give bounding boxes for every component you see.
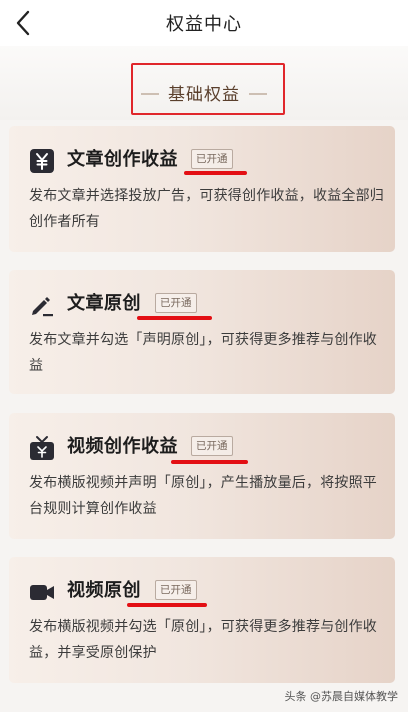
card-description: 发布文章并勾选「声明原创」，可获得更多推荐与创作收益 xyxy=(29,332,377,374)
status-badge: 已开通 xyxy=(155,580,197,600)
annotation-underline xyxy=(127,603,207,607)
watermark: 头条 @苏晨自媒体教学 xyxy=(284,690,399,703)
tv-icon xyxy=(30,436,54,460)
benefit-card-article-income[interactable]: 文章创作收益 已开通 发布文章并选择投放广告，可获得创作收益，收益全部归创作者所… xyxy=(9,126,395,252)
card-title: 视频创作收益 xyxy=(67,436,178,457)
yuan-icon xyxy=(30,149,54,173)
card-description: 发布横版视频并勾选「原创」，可获得更多推荐与创作收益，并享受原创保护 xyxy=(29,619,377,661)
section-header: 基础权益 xyxy=(0,46,408,120)
card-description: 发布横版视频并声明「原创」，产生播放量后，将按照平台规则计算创作收益 xyxy=(29,475,377,517)
page-title: 权益中心 xyxy=(166,14,242,35)
card-description: 发布文章并选择投放广告，可获得创作收益，收益全部归创作者所有 xyxy=(29,188,384,230)
chevron-left-icon xyxy=(16,10,30,36)
video-camera-icon xyxy=(30,585,54,600)
annotation-underline xyxy=(171,460,248,464)
section-title: 基础权益 xyxy=(168,85,240,105)
status-badge: 已开通 xyxy=(191,149,233,169)
pen-icon xyxy=(32,297,53,317)
status-badge: 已开通 xyxy=(155,293,197,313)
status-badge: 已开通 xyxy=(191,436,233,456)
card-title: 视频原创 xyxy=(67,580,141,601)
back-button[interactable] xyxy=(6,6,40,40)
annotation-underline xyxy=(137,316,212,320)
benefit-card-video-income[interactable]: 视频创作收益 已开通 发布横版视频并声明「原创」，产生播放量后，将按照平台规则计… xyxy=(9,413,395,539)
card-title: 文章创作收益 xyxy=(67,149,178,170)
annotation-underline xyxy=(184,171,247,175)
benefit-card-article-original[interactable]: 文章原创 已开通 发布文章并勾选「声明原创」，可获得更多推荐与创作收益 xyxy=(9,270,395,394)
benefit-card-video-original[interactable]: 视频原创 已开通 发布横版视频并勾选「原创」，可获得更多推荐与创作收益，并享受原… xyxy=(9,557,395,683)
card-title: 文章原创 xyxy=(67,293,141,314)
nav-bar: 权益中心 xyxy=(0,0,408,46)
